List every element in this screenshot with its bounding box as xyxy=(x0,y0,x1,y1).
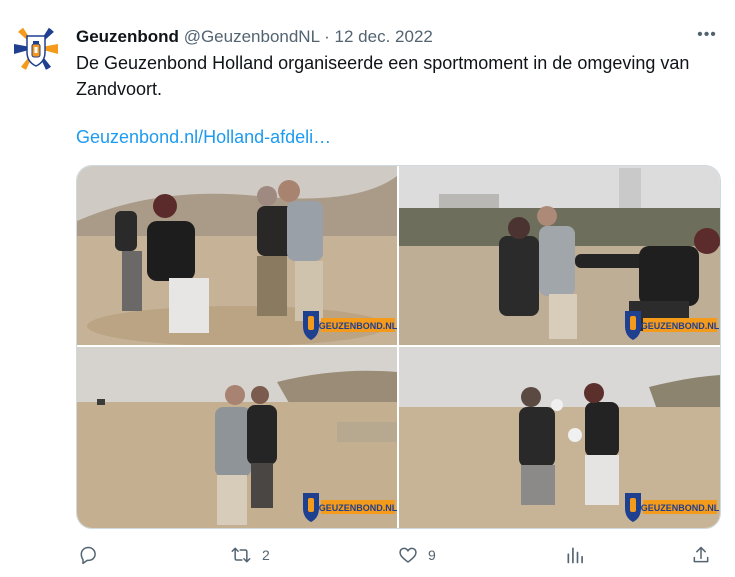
beach-photo-3: GEUZENBOND.NL xyxy=(77,347,397,528)
geuzenbond-logo-icon xyxy=(12,24,60,72)
retweet-button[interactable]: 2 xyxy=(230,540,270,570)
svg-text:GEUZENBOND.NL: GEUZENBOND.NL xyxy=(641,503,720,513)
like-count: 9 xyxy=(428,547,436,563)
svg-text:GEUZENBOND.NL: GEUZENBOND.NL xyxy=(641,321,720,331)
reply-icon xyxy=(80,546,96,565)
tweet-link[interactable]: Geuzenbond.nl/Holland-afdeli… xyxy=(76,124,331,150)
retweet-icon xyxy=(231,547,251,563)
separator-dot: · xyxy=(324,27,330,46)
photo-3[interactable]: GEUZENBOND.NL xyxy=(77,347,397,528)
share-button[interactable] xyxy=(691,540,711,570)
svg-text:GEUZENBOND.NL: GEUZENBOND.NL xyxy=(319,321,397,331)
tweet-date[interactable]: 12 dec. 2022 xyxy=(335,27,433,46)
share-icon xyxy=(693,546,709,563)
beach-photo-4: GEUZENBOND.NL xyxy=(399,347,720,528)
like-icon xyxy=(399,547,417,563)
more-icon: ••• xyxy=(697,26,717,43)
like-button[interactable]: 9 xyxy=(398,540,436,570)
avatar[interactable] xyxy=(12,24,60,72)
beach-photo-2: GEUZENBOND.NL xyxy=(399,166,720,345)
photo-4[interactable]: GEUZENBOND.NL xyxy=(399,347,720,528)
tweet-text: De Geuzenbond Holland organiseerde een s… xyxy=(76,53,690,99)
tweet-header: Geuzenbond @GeuzenbondNL · 12 dec. 2022 xyxy=(76,26,433,48)
reply-button[interactable] xyxy=(78,540,108,570)
views-icon xyxy=(567,547,583,564)
views-button[interactable] xyxy=(565,540,595,570)
beach-photo-1: GEUZENBOND.NL xyxy=(77,166,397,345)
action-bar: 2 9 xyxy=(0,540,735,570)
photo-1[interactable]: GEUZENBOND.NL xyxy=(77,166,397,345)
media-grid: GEUZENBOND.NL GEUZENBOND.NL GEUZENBOND.N… xyxy=(76,165,721,529)
author-handle[interactable]: @GeuzenbondNL xyxy=(184,27,320,46)
photo-2[interactable]: GEUZENBOND.NL xyxy=(399,166,720,345)
more-options-button[interactable]: ••• xyxy=(694,24,720,46)
retweet-count: 2 xyxy=(262,547,270,563)
svg-text:GEUZENBOND.NL: GEUZENBOND.NL xyxy=(319,503,397,513)
author-name[interactable]: Geuzenbond xyxy=(76,27,179,46)
